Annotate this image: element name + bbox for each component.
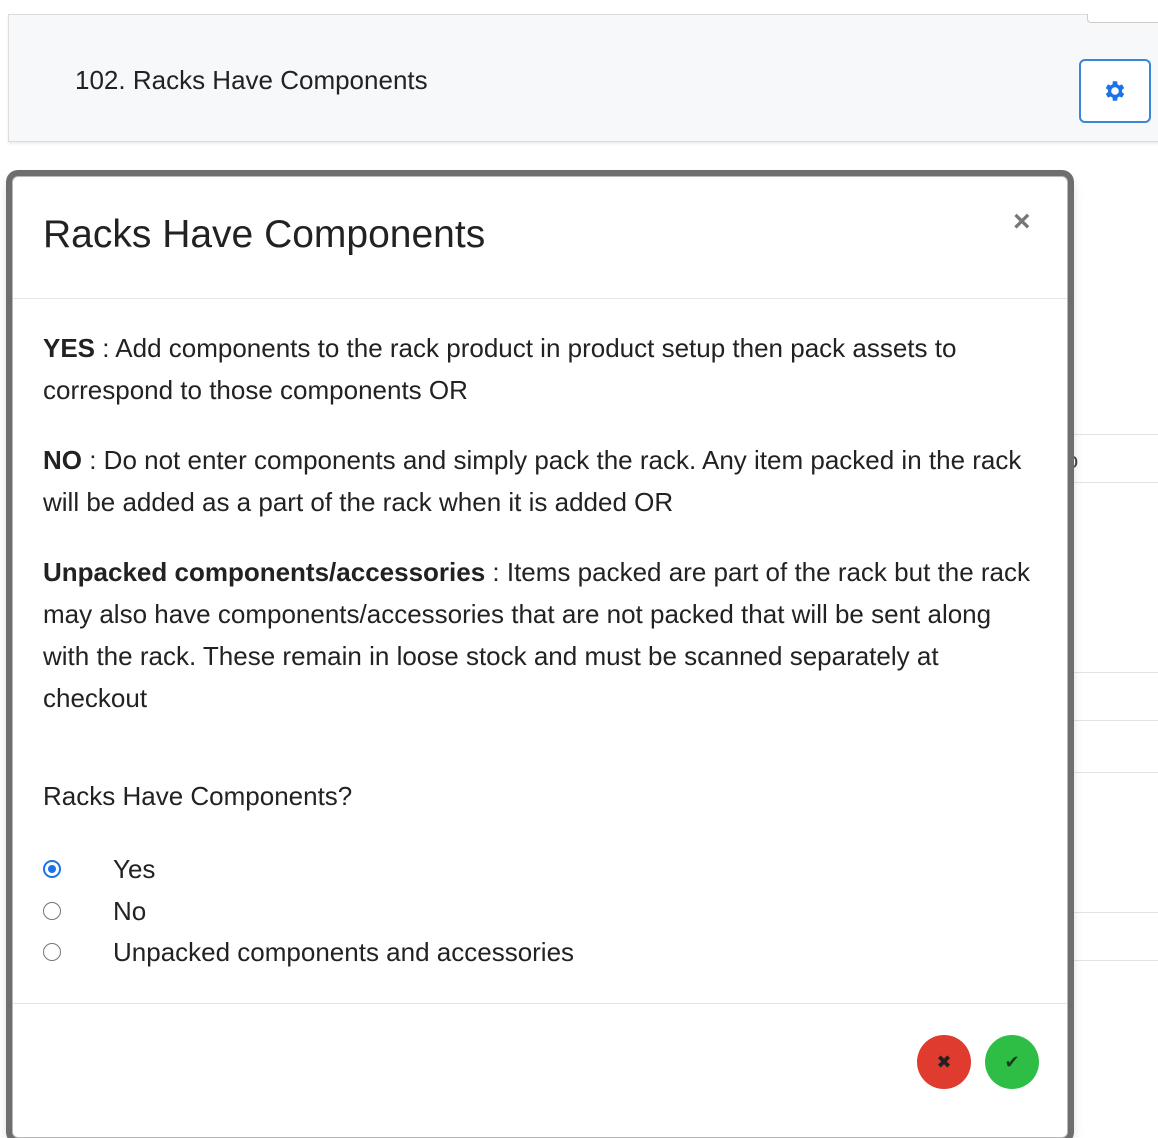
settings-gear-button[interactable]: [1079, 59, 1151, 123]
modal-header: Racks Have Components ×: [13, 177, 1067, 299]
option-unpacked[interactable]: Unpacked components and accessories: [43, 934, 574, 970]
confirm-button[interactable]: ✔: [985, 1035, 1039, 1089]
background-divider: [1060, 960, 1158, 961]
unpacked-label: Unpacked components/accessories: [43, 557, 486, 587]
setting-title: 102. Racks Have Components: [75, 65, 428, 95]
background-divider: [1060, 482, 1158, 483]
option-label-no: No: [113, 895, 147, 926]
setting-row: 102. Racks Have Components: [8, 14, 1158, 142]
option-label-yes: Yes: [113, 853, 156, 884]
close-icon: ✖: [936, 1051, 952, 1073]
yes-label: YES: [43, 333, 96, 363]
background-divider: [1060, 720, 1158, 721]
no-description: NO : Do not enter components and simply …: [43, 439, 1043, 523]
radio-unpacked[interactable]: [43, 943, 61, 961]
option-label-unpacked: Unpacked components and accessories: [113, 936, 575, 967]
gear-icon: [1105, 81, 1125, 101]
yes-text: : Add components to the rack product in …: [43, 333, 957, 405]
top-corner-box: [1087, 14, 1158, 23]
check-icon: ✔: [1004, 1051, 1020, 1073]
option-no[interactable]: No: [43, 893, 146, 929]
background-divider: [1060, 912, 1158, 913]
modal-body: YES : Add components to the rack product…: [43, 327, 1043, 747]
option-yes[interactable]: Yes: [43, 851, 155, 887]
background-divider: [1060, 772, 1158, 773]
modal-title: Racks Have Components: [43, 213, 486, 256]
radio-no[interactable]: [43, 902, 61, 920]
background-divider: [1060, 672, 1158, 673]
yes-description: YES : Add components to the rack product…: [43, 327, 1043, 411]
modal-footer-divider: [13, 1003, 1067, 1004]
radio-yes[interactable]: [43, 860, 61, 878]
racks-components-modal: Racks Have Components × YES : Add compon…: [12, 176, 1068, 1138]
cancel-button[interactable]: ✖: [917, 1035, 971, 1089]
no-text: : Do not enter components and simply pac…: [43, 445, 1022, 517]
close-icon[interactable]: ×: [1013, 207, 1031, 237]
unpacked-description: Unpacked components/accessories : Items …: [43, 551, 1043, 719]
no-label: NO: [43, 445, 82, 475]
background-divider: [1060, 434, 1158, 435]
question-label: Racks Have Components?: [43, 781, 353, 811]
